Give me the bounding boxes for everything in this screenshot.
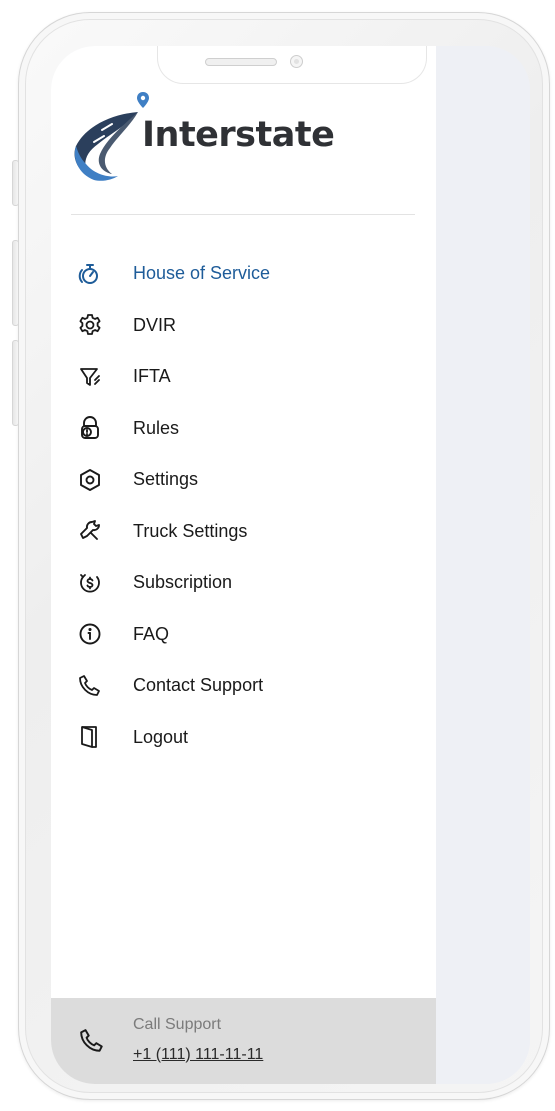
header-divider (71, 214, 415, 215)
menu-item-label: Contact Support (133, 675, 264, 696)
menu-item-dvir[interactable]: DVIR (78, 300, 408, 352)
menu-item-settings[interactable]: Settings (78, 454, 408, 506)
info-icon (78, 622, 102, 646)
support-phone-link[interactable]: +1 (111) 111-11-11 (133, 1046, 263, 1064)
stopwatch-icon (78, 262, 102, 286)
menu-item-contact-support[interactable]: Contact Support (78, 660, 408, 712)
menu-item-faq[interactable]: FAQ (78, 609, 408, 661)
menu-item-logout[interactable]: Logout (78, 712, 408, 764)
brand-name: Interstate (142, 115, 335, 155)
menu-item-label: Logout (133, 726, 189, 747)
menu-item-label: Rules (133, 417, 180, 438)
menu-item-ifta[interactable]: IFTA (78, 351, 408, 403)
menu-item-label: Truck Settings (133, 520, 248, 541)
funnel-icon (78, 365, 102, 389)
side-button-volume-down (12, 340, 19, 426)
content-backdrop[interactable] (436, 46, 530, 1084)
menu-item-label: Settings (133, 469, 199, 490)
road-logo-icon (74, 92, 149, 181)
menu-item-subscription[interactable]: Subscription (78, 557, 408, 609)
menu-item-label: IFTA (133, 366, 171, 387)
hex-settings-icon (78, 468, 102, 492)
call-support-label: Call Support (133, 1016, 222, 1033)
menu-item-rules[interactable]: Rules (78, 403, 408, 455)
menu-item-house-of-service[interactable]: House of Service (78, 248, 408, 300)
side-button-volume-up (12, 240, 19, 326)
wrench-icon (78, 519, 102, 543)
call-support-bar[interactable]: Call Support +1 (111) 111-11-11 (51, 998, 436, 1084)
door-icon (78, 725, 102, 749)
menu-item-label: House of Service (133, 263, 271, 284)
drawer-menu: House of Service DVIR IFTA Rules Setting… (78, 248, 408, 763)
phone-icon (78, 674, 102, 698)
lock-alert-icon (78, 416, 102, 440)
dollar-cycle-icon (78, 571, 102, 595)
menu-item-label: Subscription (133, 572, 233, 593)
side-button-mute (12, 160, 19, 206)
menu-item-truck-settings[interactable]: Truck Settings (78, 506, 408, 558)
menu-item-label: FAQ (133, 623, 170, 644)
menu-item-label: DVIR (133, 314, 177, 335)
phone-icon (80, 1029, 103, 1052)
front-camera (290, 55, 303, 68)
gear-icon (78, 313, 102, 337)
app-logo: Interstate (72, 86, 342, 186)
speaker-grille (205, 58, 277, 66)
